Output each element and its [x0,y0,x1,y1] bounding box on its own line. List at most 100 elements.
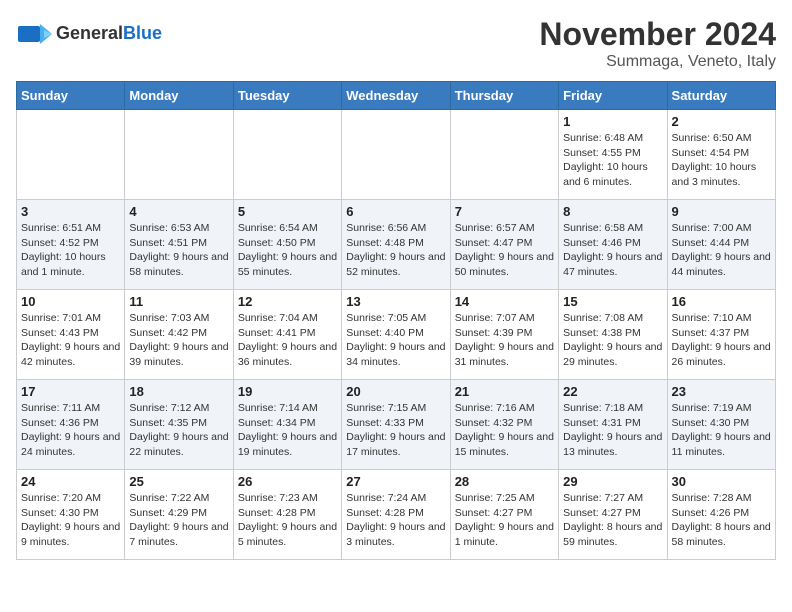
calendar-cell: 24 Sunrise: 7:20 AM Sunset: 4:30 PM Dayli… [17,470,125,560]
calendar-cell: 9 Sunrise: 7:00 AM Sunset: 4:44 PM Daylig… [667,200,775,290]
day-number: 3 [21,204,120,219]
day-info: Sunrise: 7:15 AM Sunset: 4:33 PM Dayligh… [346,401,445,460]
day-info: Sunrise: 7:11 AM Sunset: 4:36 PM Dayligh… [21,401,120,460]
day-number: 11 [129,294,228,309]
calendar-cell [125,110,233,200]
day-number: 27 [346,474,445,489]
weekday-header-tuesday: Tuesday [233,82,341,110]
day-info: Sunrise: 7:24 AM Sunset: 4:28 PM Dayligh… [346,491,445,550]
weekday-header-saturday: Saturday [667,82,775,110]
calendar-cell: 21 Sunrise: 7:16 AM Sunset: 4:32 PM Dayli… [450,380,558,470]
calendar-cell: 3 Sunrise: 6:51 AM Sunset: 4:52 PM Daylig… [17,200,125,290]
day-info: Sunrise: 7:19 AM Sunset: 4:30 PM Dayligh… [672,401,771,460]
location: Summaga, Veneto, Italy [539,53,776,71]
day-info: Sunrise: 7:04 AM Sunset: 4:41 PM Dayligh… [238,311,337,370]
calendar-cell: 14 Sunrise: 7:07 AM Sunset: 4:39 PM Dayli… [450,290,558,380]
day-number: 14 [455,294,554,309]
day-number: 20 [346,384,445,399]
calendar-cell: 22 Sunrise: 7:18 AM Sunset: 4:31 PM Dayli… [559,380,667,470]
day-number: 22 [563,384,662,399]
day-number: 13 [346,294,445,309]
day-number: 10 [21,294,120,309]
day-number: 4 [129,204,228,219]
day-number: 25 [129,474,228,489]
calendar-cell: 17 Sunrise: 7:11 AM Sunset: 4:36 PM Dayli… [17,380,125,470]
calendar-cell: 13 Sunrise: 7:05 AM Sunset: 4:40 PM Dayli… [342,290,450,380]
day-info: Sunrise: 7:22 AM Sunset: 4:29 PM Dayligh… [129,491,228,550]
day-number: 12 [238,294,337,309]
day-info: Sunrise: 6:50 AM Sunset: 4:54 PM Dayligh… [672,131,771,190]
day-info: Sunrise: 6:54 AM Sunset: 4:50 PM Dayligh… [238,221,337,280]
day-info: Sunrise: 7:25 AM Sunset: 4:27 PM Dayligh… [455,491,554,550]
calendar-cell: 25 Sunrise: 7:22 AM Sunset: 4:29 PM Dayli… [125,470,233,560]
logo-general: General [56,23,123,43]
calendar-cell: 28Sunrise: 7:25 AM Sunset: 4:27 PM Dayli… [450,470,558,560]
weekday-header-monday: Monday [125,82,233,110]
day-info: Sunrise: 7:23 AM Sunset: 4:28 PM Dayligh… [238,491,337,550]
day-number: 26 [238,474,337,489]
calendar-cell: 7Sunrise: 6:57 AM Sunset: 4:47 PM Daylig… [450,200,558,290]
day-info: Sunrise: 7:03 AM Sunset: 4:42 PM Dayligh… [129,311,228,370]
calendar-cell: 2 Sunrise: 6:50 AM Sunset: 4:54 PM Daylig… [667,110,775,200]
day-number: 9 [672,204,771,219]
calendar-cell: 26 Sunrise: 7:23 AM Sunset: 4:28 PM Dayli… [233,470,341,560]
calendar-cell: 16 Sunrise: 7:10 AM Sunset: 4:37 PM Dayli… [667,290,775,380]
day-number: 16 [672,294,771,309]
day-number: 24 [21,474,120,489]
calendar-cell: 27 Sunrise: 7:24 AM Sunset: 4:28 PM Dayli… [342,470,450,560]
day-number: 21 [455,384,554,399]
day-info: Sunrise: 6:53 AM Sunset: 4:51 PM Dayligh… [129,221,228,280]
month-title: November 2024 [539,16,776,53]
day-info: Sunrise: 7:27 AM Sunset: 4:27 PM Dayligh… [563,491,662,550]
calendar-cell: 6Sunrise: 6:56 AM Sunset: 4:48 PM Daylig… [342,200,450,290]
day-info: Sunrise: 6:57 AM Sunset: 4:47 PM Dayligh… [455,221,554,280]
day-info: Sunrise: 6:48 AM Sunset: 4:55 PM Dayligh… [563,131,662,190]
day-number: 23 [672,384,771,399]
day-info: Sunrise: 7:08 AM Sunset: 4:38 PM Dayligh… [563,311,662,370]
calendar-header: SundayMondayTuesdayWednesdayThursdayFrid… [17,82,776,110]
day-number: 29 [563,474,662,489]
weekday-header-sunday: Sunday [17,82,125,110]
calendar-cell: 4 Sunrise: 6:53 AM Sunset: 4:51 PM Daylig… [125,200,233,290]
calendar-cell: 18 Sunrise: 7:12 AM Sunset: 4:35 PM Dayli… [125,380,233,470]
day-number: 15 [563,294,662,309]
day-number: 5 [238,204,337,219]
day-info: Sunrise: 7:18 AM Sunset: 4:31 PM Dayligh… [563,401,662,460]
weekday-header-wednesday: Wednesday [342,82,450,110]
header: GeneralBlue November 2024 Summaga, Venet… [16,16,776,71]
day-number: 17 [21,384,120,399]
calendar-cell: 15 Sunrise: 7:08 AM Sunset: 4:38 PM Dayli… [559,290,667,380]
title-area: November 2024 Summaga, Veneto, Italy [539,16,776,71]
day-info: Sunrise: 7:01 AM Sunset: 4:43 PM Dayligh… [21,311,120,370]
day-info: Sunrise: 7:12 AM Sunset: 4:35 PM Dayligh… [129,401,228,460]
day-info: Sunrise: 7:16 AM Sunset: 4:32 PM Dayligh… [455,401,554,460]
calendar-cell: 8 Sunrise: 6:58 AM Sunset: 4:46 PM Daylig… [559,200,667,290]
day-info: Sunrise: 7:07 AM Sunset: 4:39 PM Dayligh… [455,311,554,370]
calendar-cell [233,110,341,200]
day-info: Sunrise: 7:20 AM Sunset: 4:30 PM Dayligh… [21,491,120,550]
day-info: Sunrise: 7:28 AM Sunset: 4:26 PM Dayligh… [672,491,771,550]
weekday-header-thursday: Thursday [450,82,558,110]
day-info: Sunrise: 6:58 AM Sunset: 4:46 PM Dayligh… [563,221,662,280]
day-info: Sunrise: 6:51 AM Sunset: 4:52 PM Dayligh… [21,221,120,280]
day-number: 19 [238,384,337,399]
weekday-header-friday: Friday [559,82,667,110]
calendar-cell [450,110,558,200]
day-number: 6 [346,204,445,219]
day-number: 8 [563,204,662,219]
calendar-cell: 5 Sunrise: 6:54 AM Sunset: 4:50 PM Daylig… [233,200,341,290]
day-number: 2 [672,114,771,129]
calendar-cell: 1Sunrise: 6:48 AM Sunset: 4:55 PM Daylig… [559,110,667,200]
calendar-cell: 19Sunrise: 7:14 AM Sunset: 4:34 PM Dayli… [233,380,341,470]
calendar-cell [342,110,450,200]
logo-blue: Blue [123,23,162,43]
calendar-cell: 11 Sunrise: 7:03 AM Sunset: 4:42 PM Dayli… [125,290,233,380]
day-info: Sunrise: 7:10 AM Sunset: 4:37 PM Dayligh… [672,311,771,370]
day-info: Sunrise: 7:05 AM Sunset: 4:40 PM Dayligh… [346,311,445,370]
day-info: Sunrise: 7:00 AM Sunset: 4:44 PM Dayligh… [672,221,771,280]
calendar-cell: 30 Sunrise: 7:28 AM Sunset: 4:26 PM Dayli… [667,470,775,560]
calendar-cell: 20 Sunrise: 7:15 AM Sunset: 4:33 PM Dayli… [342,380,450,470]
calendar-cell [17,110,125,200]
day-number: 30 [672,474,771,489]
day-number: 18 [129,384,228,399]
